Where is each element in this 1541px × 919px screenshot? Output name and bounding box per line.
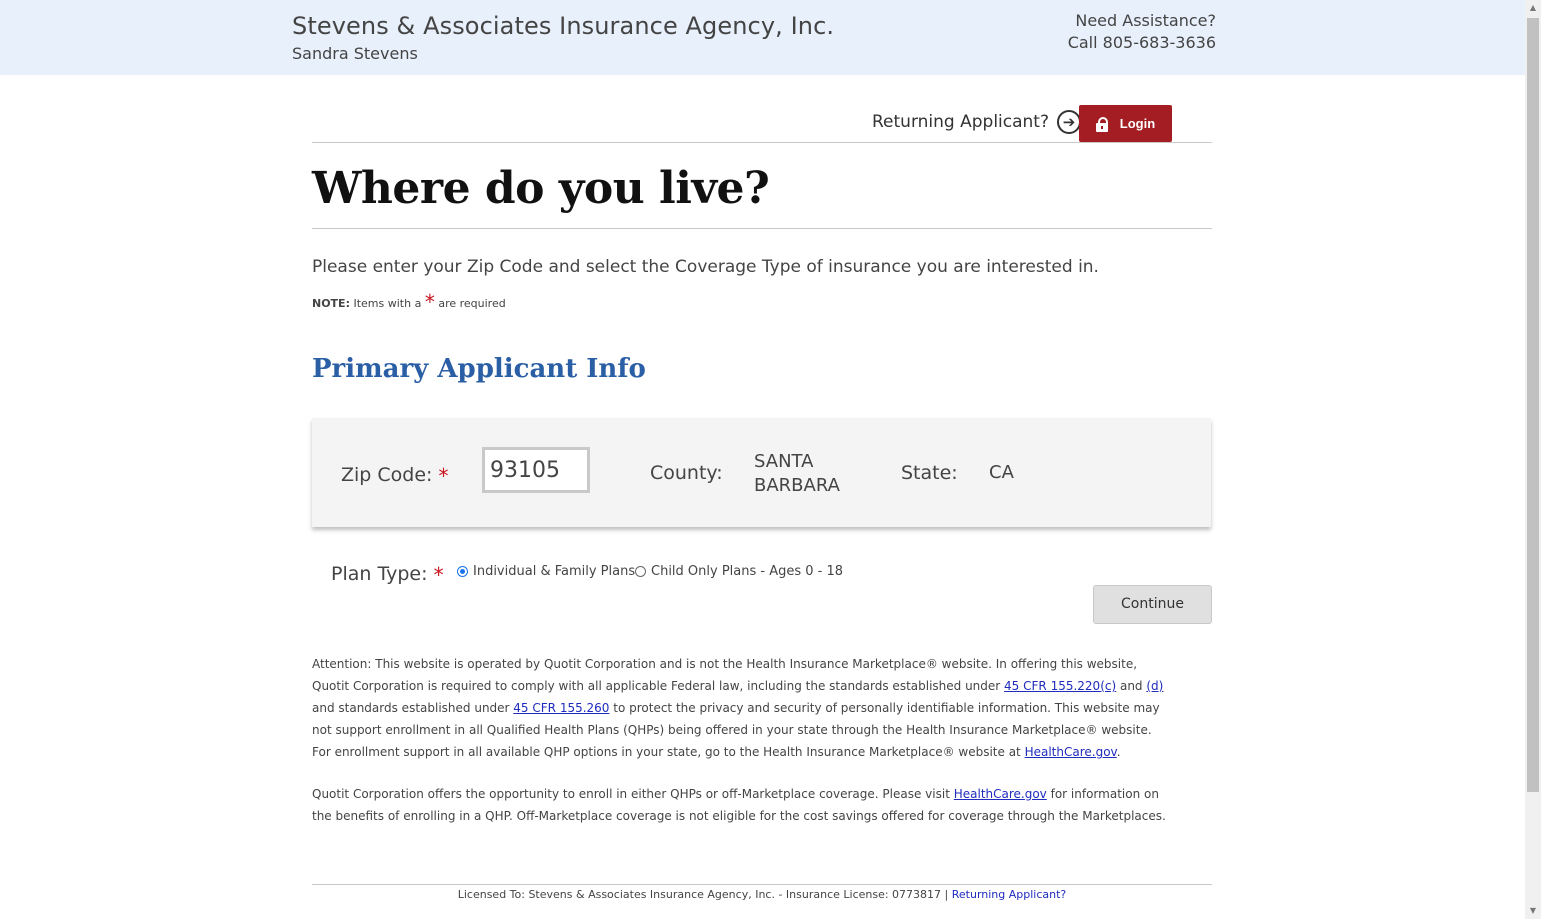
lock-icon xyxy=(1095,116,1108,132)
state-value: CA xyxy=(989,462,1014,483)
agency-name: Stevens & Associates Insurance Agency, I… xyxy=(292,12,835,40)
plan-type-label-text: Plan Type: xyxy=(331,563,428,585)
scrollbar-thumb[interactable] xyxy=(1527,18,1539,792)
note-suffix: are required xyxy=(438,297,506,310)
radio-button-checked[interactable] xyxy=(457,566,468,577)
assistance-heading: Need Assistance? xyxy=(1075,11,1216,30)
license-text: Licensed To: Stevens & Associates Insura… xyxy=(457,888,949,901)
disclaimer-paragraph-2: Quotit Corporation offers the opportunit… xyxy=(312,783,1172,827)
scroll-down-arrow-icon[interactable]: ▼ xyxy=(1525,903,1541,919)
disclaimer-paragraph-1: Attention: This website is operated by Q… xyxy=(312,653,1172,763)
assistance-phone: Call 805-683-3636 xyxy=(1067,33,1216,52)
required-note: NOTE: Items with a * are required xyxy=(312,288,506,314)
county-value: SANTA BARBARA xyxy=(754,451,840,496)
login-label: Login xyxy=(1119,116,1156,131)
divider-title xyxy=(312,228,1212,229)
radio-label: Individual & Family Plans xyxy=(473,564,636,579)
required-star-icon: * xyxy=(433,563,444,587)
plan-type-label: Plan Type: * xyxy=(331,561,444,587)
divider-footer xyxy=(312,884,1212,885)
login-button[interactable]: Login xyxy=(1079,105,1172,142)
county-label: County: xyxy=(650,462,723,484)
zip-code-label: Zip Code: * xyxy=(341,462,449,488)
healthcare-gov-link[interactable]: HealthCare.gov xyxy=(1025,745,1117,759)
radio-label: Child Only Plans - Ages 0 - 18 xyxy=(651,564,844,579)
section-title: Primary Applicant Info xyxy=(312,354,646,384)
note-prefix: NOTE: xyxy=(312,297,350,310)
returning-applicant-label: Returning Applicant? xyxy=(872,112,1049,132)
assistance-info: Need Assistance? Call 805-683-3636 xyxy=(1068,10,1216,54)
required-star-icon: * xyxy=(424,290,435,314)
zip-code-input[interactable] xyxy=(482,447,590,493)
disclaimer-text: and xyxy=(1116,679,1147,693)
divider-top xyxy=(312,142,1212,143)
radio-button[interactable] xyxy=(635,566,646,577)
note-middle: Items with a xyxy=(353,297,422,310)
disclaimer-text: Quotit Corporation offers the opportunit… xyxy=(312,787,954,801)
cfr-155-220c-link[interactable]: 45 CFR 155.220(c) xyxy=(1004,679,1116,693)
page-title: Where do you live? xyxy=(312,163,770,214)
continue-button[interactable]: Continue xyxy=(1093,585,1212,624)
zip-code-label-text: Zip Code: xyxy=(341,464,433,486)
primary-applicant-panel: Zip Code: * County: SANTA BARBARA State:… xyxy=(312,418,1211,527)
required-star-icon: * xyxy=(438,464,449,488)
cfr-d-link[interactable]: (d) xyxy=(1146,679,1163,693)
cfr-155-260-link[interactable]: 45 CFR 155.260 xyxy=(513,701,609,715)
site-header: Stevens & Associates Insurance Agency, I… xyxy=(0,0,1525,75)
scroll-up-arrow-icon[interactable]: ▲ xyxy=(1525,0,1541,16)
disclaimer-text: and standards established under xyxy=(312,701,514,715)
agent-name: Sandra Stevens xyxy=(292,44,418,63)
radio-child-only[interactable]: Child Only Plans - Ages 0 - 18 xyxy=(635,564,843,579)
vertical-scrollbar[interactable]: ▲ ▼ xyxy=(1525,0,1541,919)
arrow-right-circle-icon[interactable]: ➔ xyxy=(1057,110,1081,134)
state-label: State: xyxy=(901,462,958,484)
footer: Licensed To: Stevens & Associates Insura… xyxy=(312,888,1212,901)
footer-returning-applicant-link[interactable]: Returning Applicant? xyxy=(952,888,1067,901)
radio-individual-family[interactable]: Individual & Family Plans xyxy=(457,564,635,579)
returning-applicant-link[interactable]: Returning Applicant? ➔ xyxy=(872,110,1081,134)
intro-text: Please enter your Zip Code and select th… xyxy=(312,257,1099,277)
healthcare-gov-link[interactable]: HealthCare.gov xyxy=(954,787,1047,801)
disclaimer-text: . xyxy=(1116,745,1121,759)
